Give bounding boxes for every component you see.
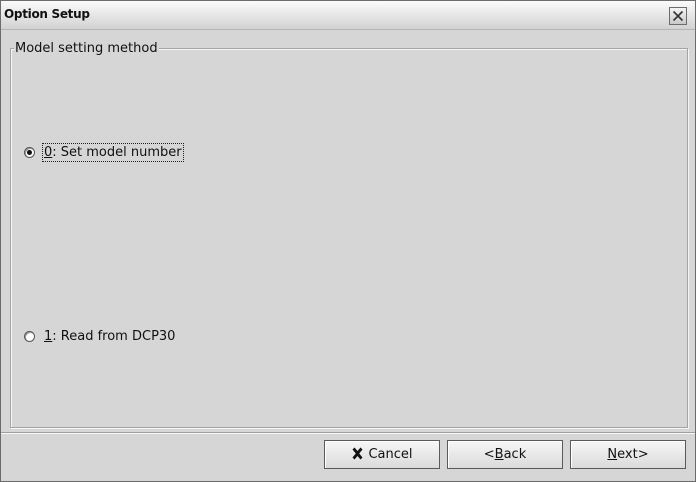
group-legend: Model setting method	[14, 41, 159, 56]
next-button[interactable]: Next>	[570, 440, 686, 469]
cancel-label: Cancel	[368, 447, 413, 462]
close-icon	[672, 10, 684, 22]
radio-button-selected[interactable]	[24, 147, 35, 158]
back-label-rest: ack	[503, 447, 527, 462]
title-bar[interactable]: Option Setup	[1, 1, 695, 30]
cancel-button[interactable]: Cancel	[324, 440, 440, 469]
radio-button-unselected[interactable]	[24, 331, 35, 342]
option-setup-dialog: Option Setup Model setting method 0: Set…	[0, 0, 696, 482]
back-mnemonic: B	[494, 447, 504, 462]
x-icon	[352, 447, 363, 460]
radio-dot	[27, 150, 32, 155]
label-text: : Set model number	[52, 145, 182, 160]
radio-label-set-model-number[interactable]: 0: Set model number	[42, 143, 184, 162]
button-separator	[1, 432, 695, 434]
radio-label-read-from-dcp30[interactable]: 1: Read from DCP30	[44, 329, 175, 344]
next-label-rest: ext>	[617, 447, 649, 462]
back-prefix: <	[483, 447, 495, 462]
back-button[interactable]: <Back	[447, 440, 563, 469]
window-title: Option Setup	[4, 7, 90, 21]
next-mnemonic: N	[607, 447, 618, 462]
model-setting-method-group	[10, 48, 688, 428]
close-button[interactable]	[669, 7, 687, 25]
label-text: : Read from DCP30	[52, 329, 176, 344]
